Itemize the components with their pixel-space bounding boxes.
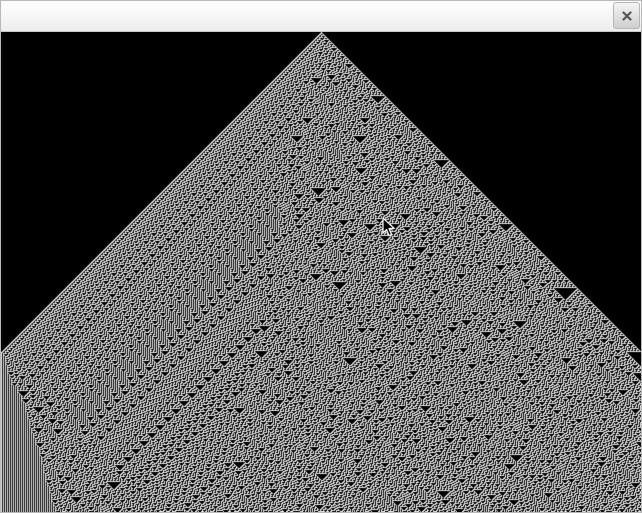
app-window	[0, 0, 642, 513]
title-bar[interactable]	[1, 1, 641, 32]
close-button[interactable]	[613, 2, 640, 29]
automaton-canvas-area[interactable]	[1, 32, 641, 512]
close-icon	[622, 11, 632, 21]
automaton-canvas[interactable]	[1, 32, 641, 512]
